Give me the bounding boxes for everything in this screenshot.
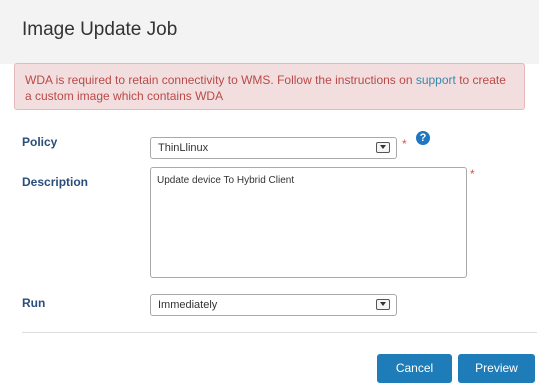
description-textarea[interactable]: Update device To Hybrid Client — [150, 167, 467, 278]
wda-alert: WDA is required to retain connectivity t… — [14, 63, 525, 110]
policy-select-value: ThinLlinux — [158, 142, 209, 154]
cancel-button[interactable]: Cancel — [377, 354, 452, 383]
run-select-value: Immediately — [158, 299, 218, 311]
dialog-title: Image Update Job — [22, 19, 178, 40]
dialog-header: Image Update Job — [0, 0, 539, 64]
alert-text-before: WDA is required to retain connectivity t… — [25, 73, 416, 87]
description-label: Description — [22, 175, 89, 189]
policy-label: Policy — [22, 135, 58, 149]
question-circle-icon[interactable]: ? — [416, 131, 430, 145]
footer-divider — [22, 332, 537, 333]
run-select[interactable]: Immediately — [150, 294, 397, 316]
support-link[interactable]: support — [416, 73, 456, 87]
description-required-mark: * — [470, 167, 475, 181]
description-value: Update device To Hybrid Client — [157, 175, 295, 186]
policy-select[interactable]: ThinLlinux — [150, 137, 397, 159]
chevron-down-icon — [376, 142, 390, 153]
preview-button[interactable]: Preview — [458, 354, 535, 383]
chevron-down-icon — [376, 299, 390, 310]
policy-required-mark: * — [402, 137, 407, 151]
run-label: Run — [22, 296, 46, 310]
